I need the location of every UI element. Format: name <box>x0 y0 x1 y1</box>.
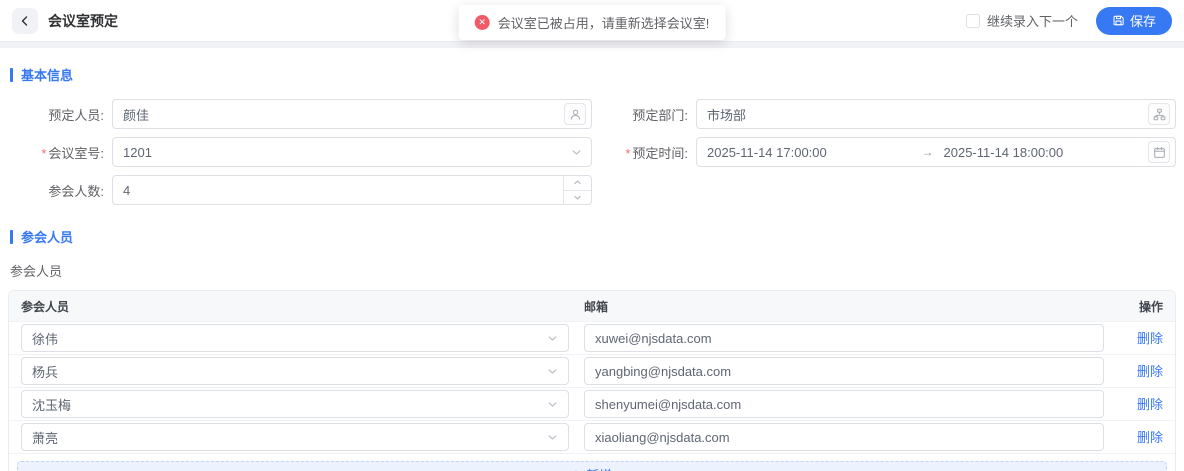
room-select[interactable] <box>112 137 592 167</box>
header-divider <box>0 41 1184 48</box>
section-bar <box>10 68 13 82</box>
participants-sublabel: 参会人员 <box>10 261 1176 280</box>
delete-link[interactable]: 删除 <box>1137 331 1163 346</box>
section-bar <box>10 230 13 244</box>
reserver-input[interactable] <box>123 107 564 122</box>
count-label: 参会人数: <box>8 181 112 200</box>
topbar-actions: 继续录入下一个 保存 <box>966 7 1172 35</box>
participant-name: 萧亮 <box>32 428 547 447</box>
participant-name: 徐伟 <box>32 329 547 348</box>
toast-message: ✕ 会议室已被占用，请重新选择会议室! <box>459 5 726 40</box>
section-basic-info: 基本信息 <box>10 65 1176 84</box>
add-button-label: 新增 <box>586 465 612 471</box>
save-button-label: 保存 <box>1130 11 1156 30</box>
number-stepper <box>563 176 591 204</box>
time-end-input[interactable] <box>944 145 1149 160</box>
participant-select[interactable]: 徐伟 <box>21 324 569 352</box>
form-item-count: 参会人数: <box>8 175 592 205</box>
chevron-down-icon <box>547 399 558 410</box>
participant-select[interactable]: 萧亮 <box>21 423 569 451</box>
participant-name: 杨兵 <box>32 362 547 381</box>
department-input-wrap <box>696 99 1176 129</box>
participant-select[interactable]: 杨兵 <box>21 357 569 385</box>
table-row: 沈玉梅 删除 <box>9 387 1175 420</box>
form-item-time: *预定时间: → <box>592 137 1176 167</box>
main-content: 基本信息 预定人员: 预定部门: <box>0 48 1184 471</box>
back-button[interactable] <box>12 8 38 34</box>
time-range-picker[interactable]: → <box>696 137 1176 167</box>
room-label: *会议室号: <box>8 143 112 162</box>
chevron-down-icon <box>547 366 558 377</box>
department-input[interactable] <box>707 107 1148 122</box>
delete-link[interactable]: 删除 <box>1137 430 1163 445</box>
participant-select[interactable]: 沈玉梅 <box>21 390 569 418</box>
delete-link[interactable]: 删除 <box>1137 397 1163 412</box>
basic-info-form: 预定人员: 预定部门: <box>8 99 1176 213</box>
save-icon <box>1112 14 1125 27</box>
save-button[interactable]: 保存 <box>1096 7 1172 35</box>
chevron-down-icon <box>547 333 558 344</box>
time-label: *预定时间: <box>592 143 696 162</box>
time-start-input[interactable] <box>707 145 912 160</box>
room-input[interactable] <box>123 145 571 160</box>
participant-email-input[interactable] <box>584 357 1104 385</box>
participant-email-input[interactable] <box>584 324 1104 352</box>
chevron-down-icon <box>547 432 558 443</box>
participant-email-input[interactable] <box>584 390 1104 418</box>
participants-table: 参会人员 邮箱 操作 徐伟 删除 杨兵 删除 沈玉梅 <box>8 290 1176 471</box>
form-item-reserver: 预定人员: <box>8 99 592 129</box>
form-item-room: *会议室号: <box>8 137 592 167</box>
table-row: 徐伟 删除 <box>9 321 1175 354</box>
page-title: 会议室预定 <box>48 11 118 31</box>
stepper-down-icon[interactable] <box>564 190 591 205</box>
reserver-label: 预定人员: <box>8 105 112 124</box>
org-icon[interactable] <box>1148 103 1170 125</box>
reserver-input-wrap <box>112 99 592 129</box>
table-row: 萧亮 删除 <box>9 420 1175 453</box>
count-stepper <box>112 175 592 205</box>
calendar-icon[interactable] <box>1148 141 1170 163</box>
table-header-row: 参会人员 邮箱 操作 <box>9 291 1175 321</box>
plus-icon: + <box>572 467 580 471</box>
header-name: 参会人员 <box>21 298 569 315</box>
chevron-left-icon <box>19 15 31 27</box>
form-item-department: 预定部门: <box>592 99 1176 129</box>
checkbox-box[interactable] <box>966 14 980 28</box>
add-row-container: + 新增 <box>9 453 1175 471</box>
range-arrow-icon: → <box>912 145 944 159</box>
user-icon[interactable] <box>564 103 586 125</box>
required-asterisk: * <box>625 146 630 161</box>
participant-email-input[interactable] <box>584 423 1104 451</box>
chevron-down-icon <box>571 147 586 158</box>
toast-text: 会议室已被占用，请重新选择会议室! <box>498 13 710 32</box>
add-participant-button[interactable]: + 新增 <box>17 461 1167 471</box>
required-asterisk: * <box>41 146 46 161</box>
section-basic-info-title: 基本信息 <box>21 65 73 84</box>
delete-link[interactable]: 删除 <box>1137 364 1163 379</box>
table-row: 杨兵 删除 <box>9 354 1175 387</box>
continue-entry-label: 继续录入下一个 <box>987 11 1078 30</box>
continue-entry-checkbox[interactable]: 继续录入下一个 <box>966 11 1078 30</box>
stepper-up-icon[interactable] <box>564 176 591 190</box>
participant-name: 沈玉梅 <box>32 395 547 414</box>
top-bar: 会议室预定 ✕ 会议室已被占用，请重新选择会议室! 继续录入下一个 保存 <box>0 0 1184 41</box>
header-email: 邮箱 <box>584 298 1104 315</box>
header-action: 操作 <box>1119 298 1163 315</box>
count-input[interactable] <box>123 183 557 198</box>
error-circle-icon: ✕ <box>475 15 490 30</box>
department-label: 预定部门: <box>592 105 696 124</box>
section-participants-title: 参会人员 <box>21 227 73 246</box>
section-participants: 参会人员 <box>10 227 1176 246</box>
